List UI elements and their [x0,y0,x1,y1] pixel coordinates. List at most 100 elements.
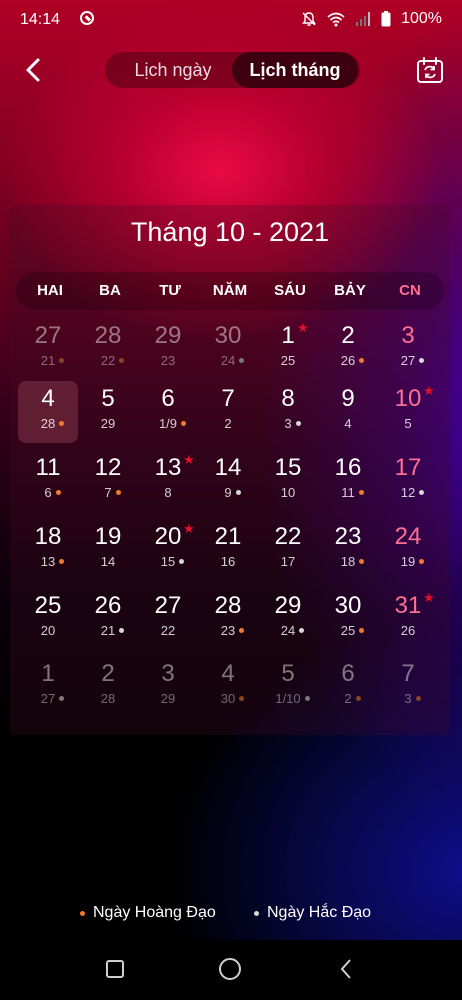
tab-day-view[interactable]: Lịch ngày [113,52,233,88]
lunar-date-text: 13 [40,554,56,569]
solar-date: 21 [214,523,242,550]
day-cell[interactable]: 27 21 [18,318,78,380]
lunar-date: 25 [258,353,318,368]
legend-good-label: Ngày Hoàng Đạo [93,904,216,921]
lunar-date-text: 19 [400,554,416,569]
calendar-sync-icon[interactable] [416,56,444,84]
day-cell[interactable]: 15 10 [258,450,318,512]
lunar-date: 25 [318,623,378,638]
lunar-date: 30 [198,691,258,706]
lunar-date: 8 [138,485,198,500]
day-cell[interactable]: 31 ★ 26 [378,588,438,650]
app-notification-icon [80,11,94,25]
day-cell[interactable]: 29 23 [138,318,198,380]
wifi-icon [327,12,345,27]
day-cell[interactable]: 18 13 [18,519,78,581]
day-cell[interactable]: 30 25 [318,588,378,650]
day-cell[interactable]: 28 22 [78,318,138,380]
day-cell[interactable]: 72 [198,381,258,443]
lunar-date-text: 25 [280,353,296,368]
bad-day-dot [239,358,245,363]
day-cell[interactable]: 2 28 [78,656,138,718]
day-cell[interactable]: 24 19 [378,519,438,581]
good-day-dot [359,559,365,564]
lunar-date-text: 3 [284,416,292,431]
weekday-label: SÁU [274,282,306,299]
recents-icon[interactable] [106,960,124,978]
lunar-date-text: 21 [100,623,116,638]
lunar-date-text: 12 [400,485,416,500]
day-cell[interactable]: 94 [318,381,378,443]
tab-month-view[interactable]: Lịch tháng [232,52,358,88]
battery-icon [381,11,391,27]
day-cell[interactable]: 26 21 [78,588,138,650]
solar-date: 3 [401,322,415,349]
day-cell[interactable]: 11 6 [18,450,78,512]
day-cell[interactable]: 5 1/10 [258,656,318,718]
bad-day-dot [254,910,259,916]
lunar-date-text: 20 [40,623,56,638]
day-cell[interactable]: 2 26 [318,318,378,380]
day-cell[interactable]: 1 ★ 25 [258,318,318,380]
back-arrow-icon[interactable] [20,56,48,84]
solar-date: 5 [281,660,295,687]
bad-day-dot [295,421,301,426]
bad-day-dot [235,490,241,495]
lunar-date: 12 [378,485,438,500]
day-cell[interactable]: 127 [18,656,78,718]
day-cell[interactable]: 30 24 [198,318,258,380]
day-cell[interactable]: 127 [78,450,138,512]
lunar-date: 2 [318,691,378,706]
lunar-date-text: 7 [104,485,112,500]
solar-date: 4 [41,385,55,412]
solar-date: 28 [214,592,242,619]
day-cell[interactable]: 21 16 [198,519,258,581]
day-cell[interactable]: 23 18 [318,519,378,581]
day-cell[interactable]: 73 [378,656,438,718]
day-cell[interactable]: 17 12 [378,450,438,512]
lunar-date: 26 [318,353,378,368]
solar-date: 29 [154,322,182,349]
day-cell[interactable]: 3 29 [138,656,198,718]
lunar-date-text: 27 [40,691,56,706]
lunar-date: 1/10 [258,691,318,706]
lunar-date-text: 8 [164,485,172,500]
day-cell[interactable]: 3 27 [378,318,438,380]
bad-day-dot [299,628,305,633]
good-day-dot [115,490,121,495]
lunar-date-text: 5 [404,416,412,431]
holiday-star-icon: ★ [423,590,435,605]
day-cell[interactable]: 5 29 [78,381,138,443]
day-cell[interactable]: 14 9 [198,450,258,512]
lunar-date: 9 [198,485,258,500]
lunar-date-text: 24 [220,353,236,368]
day-cell[interactable]: 13 ★ 8 [138,450,198,512]
day-cell[interactable]: 27 22 [138,588,198,650]
day-cell[interactable]: 16 11 [318,450,378,512]
good-day-dot [358,490,364,495]
solar-date: 12 [94,454,122,481]
lunar-date-text: 23 [220,623,236,638]
good-day-dot [181,421,187,426]
day-cell[interactable]: 4 30 [198,656,258,718]
lunar-date-text: 18 [340,554,356,569]
day-cell[interactable]: 10 ★ 5 [378,381,438,443]
day-cell[interactable]: 28 23 [198,588,258,650]
solar-date: 6 [341,660,355,687]
day-cell[interactable]: 22 17 [258,519,318,581]
day-cell[interactable]: 83 [258,381,318,443]
day-cell[interactable]: 19 14 [78,519,138,581]
solar-date: 7 [401,660,415,687]
home-icon[interactable] [219,958,241,980]
day-cell[interactable]: 29 24 [258,588,318,650]
nav-back-icon[interactable] [338,958,354,980]
day-cell[interactable]: 6 1/9 [138,381,198,443]
day-cell[interactable]: 62 [318,656,378,718]
lunar-date-text: 28 [40,416,56,431]
day-cell[interactable]: 20 ★ 15 [138,519,198,581]
day-cell[interactable]: 25 20 [18,588,78,650]
lunar-date-text: 1/9 [158,416,178,431]
bad-day-dot [59,696,65,701]
day-cell-today[interactable]: 4 28 [18,381,78,443]
weekday-label: BẢY [334,282,366,299]
